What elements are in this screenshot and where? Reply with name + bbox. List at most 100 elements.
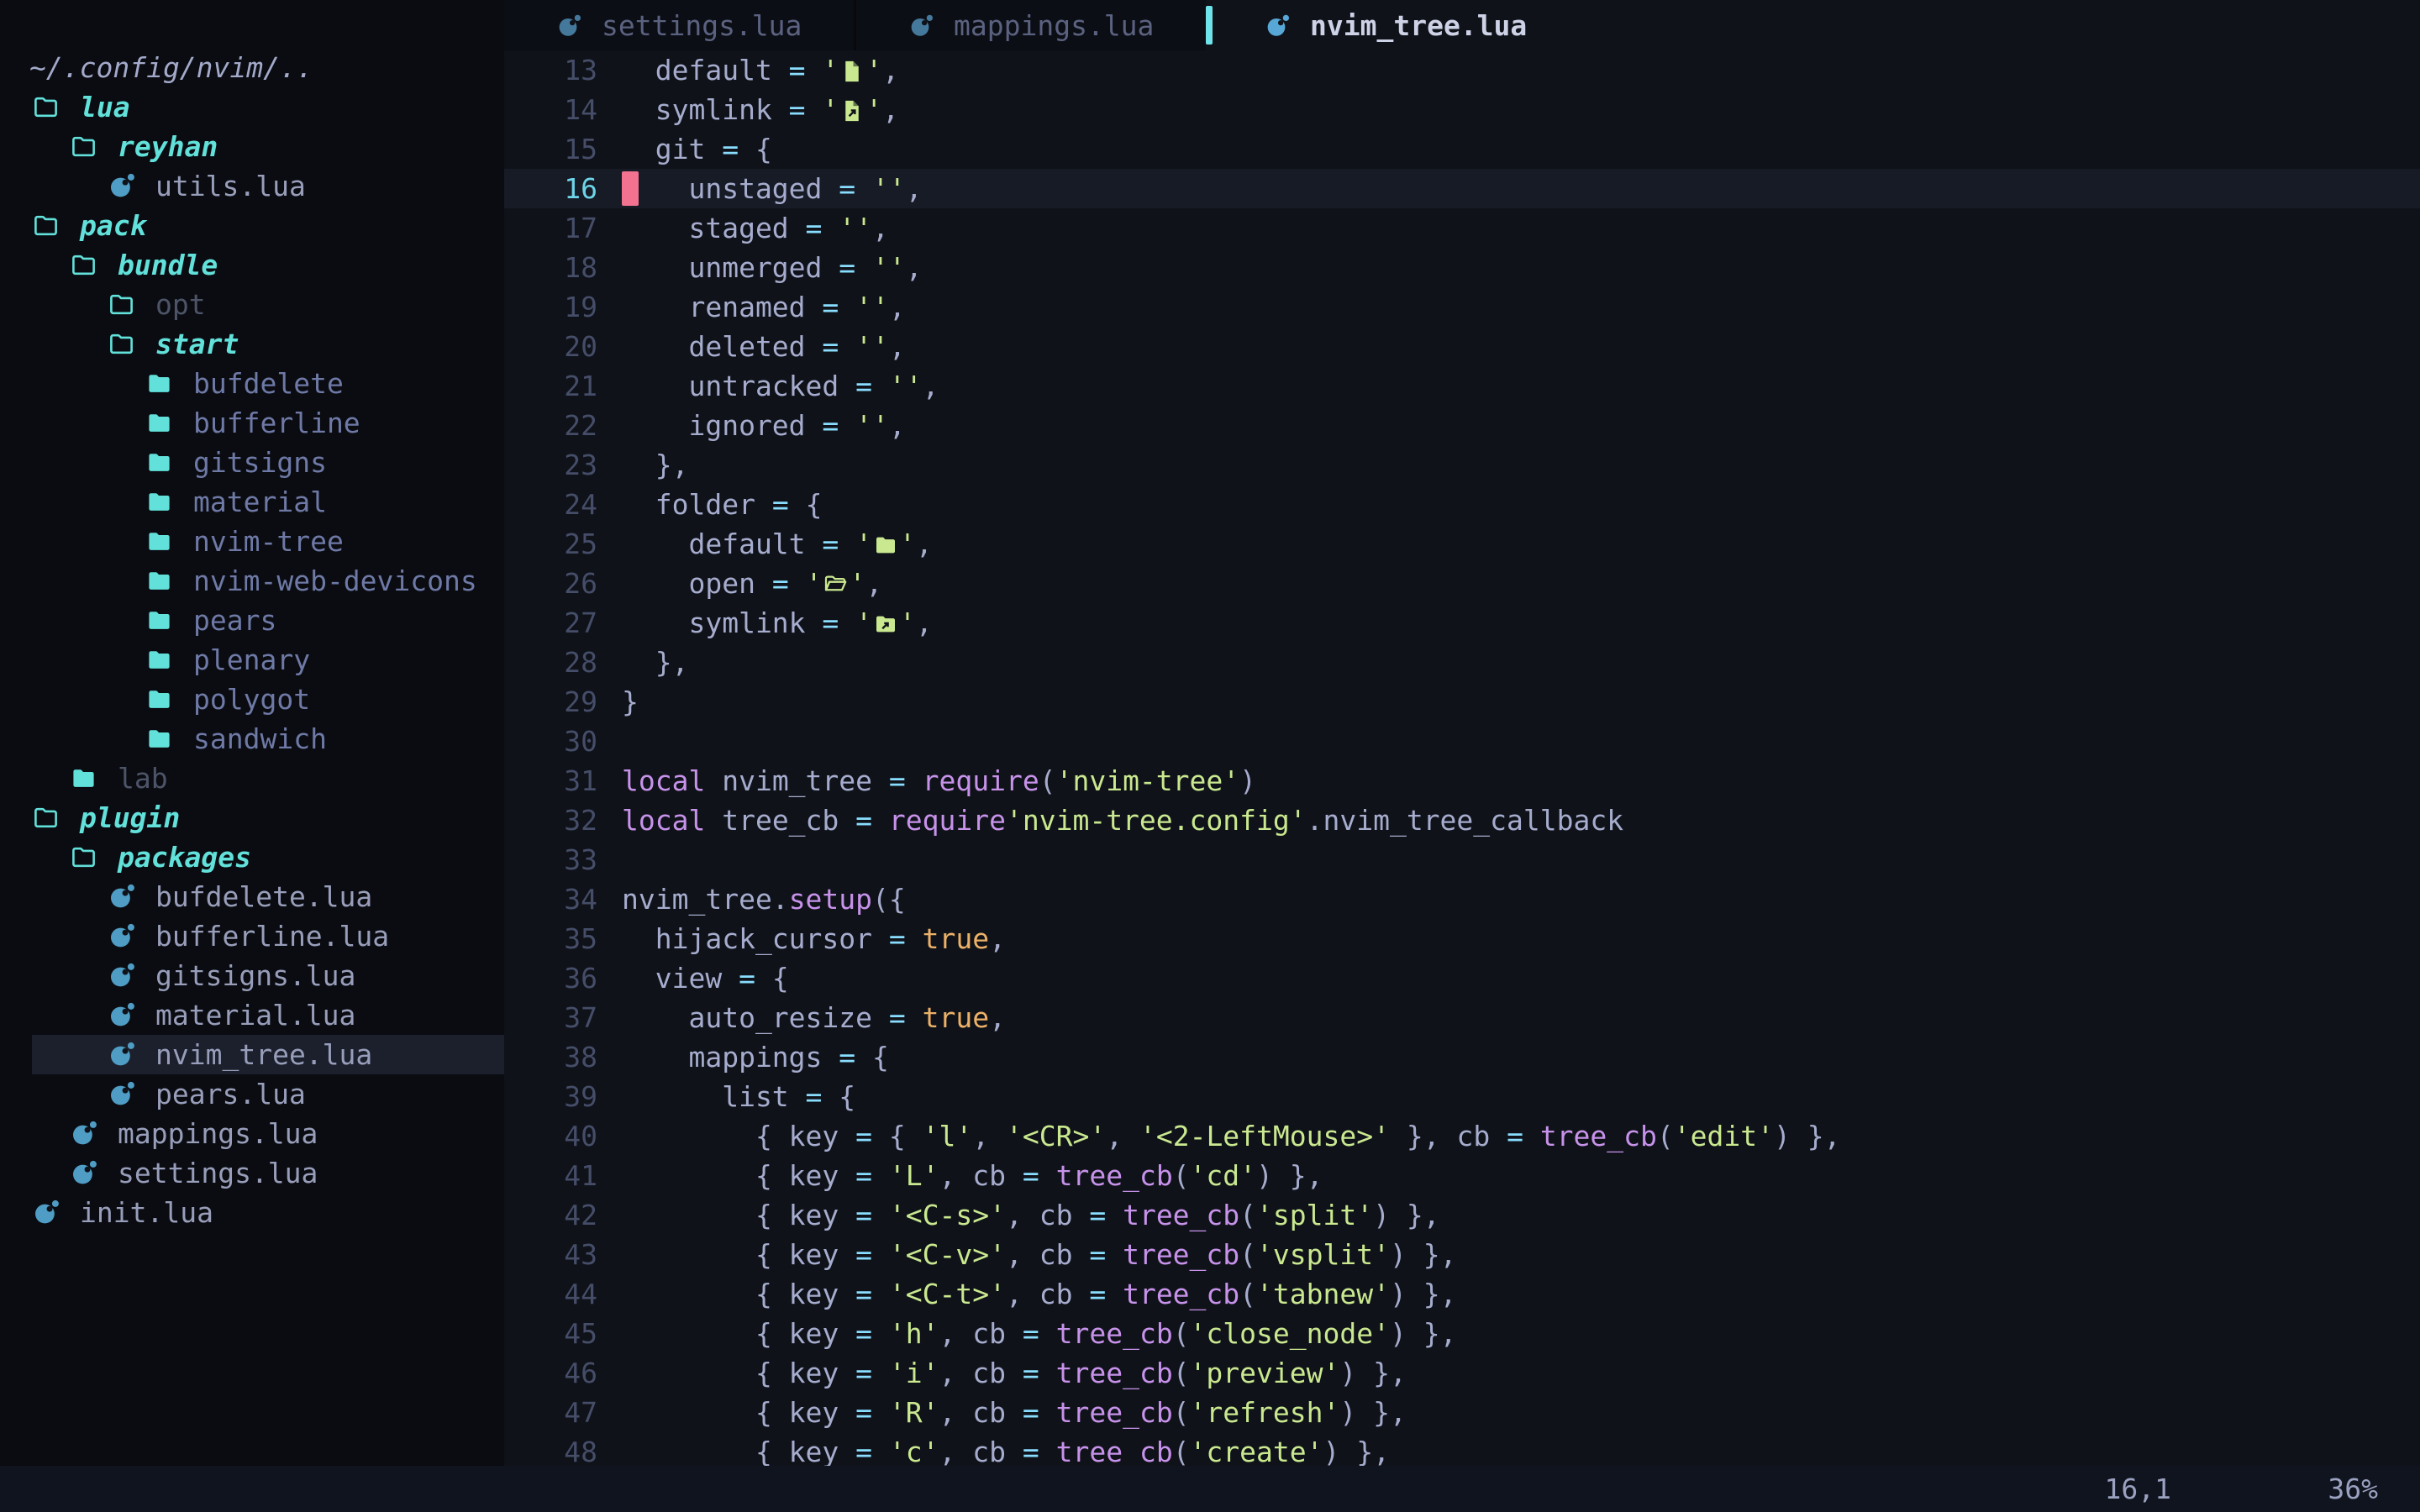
code-line[interactable]: 34nvim_tree.setup({ bbox=[504, 879, 2420, 919]
code-line[interactable]: 23 }, bbox=[504, 445, 2420, 485]
code-line[interactable]: 24 folder = { bbox=[504, 485, 2420, 524]
tree-item-init.lua[interactable]: init.lua bbox=[0, 1193, 504, 1232]
token-str: '' bbox=[872, 251, 906, 284]
tree-item-plenary[interactable]: plenary bbox=[0, 640, 504, 680]
tree-item-label: mappings.lua bbox=[118, 1117, 318, 1150]
code-line[interactable]: 36 view = { bbox=[504, 958, 2420, 998]
tree-item-packages[interactable]: packages bbox=[0, 837, 504, 877]
code-line[interactable]: 40 { key = { 'l', '<CR>', '<2-LeftMouse>… bbox=[504, 1116, 2420, 1156]
code-line[interactable]: 28 }, bbox=[504, 643, 2420, 682]
folder-open-icon bbox=[823, 570, 848, 598]
line-number: 30 bbox=[504, 722, 597, 761]
tree-item-bufferline.lua[interactable]: bufferline.lua bbox=[0, 916, 504, 956]
tree-item-label: lab bbox=[118, 762, 168, 795]
tab-mappings.lua[interactable]: mappings.lua bbox=[856, 0, 1206, 50]
code-line[interactable]: 41 { key = 'L', cb = tree_cb('cd') }, bbox=[504, 1156, 2420, 1195]
lua-icon bbox=[70, 1159, 97, 1187]
tree-item-nvim-web-devicons[interactable]: nvim-web-devicons bbox=[0, 561, 504, 601]
code-line[interactable]: 31local nvim_tree = require('nvim-tree') bbox=[504, 761, 2420, 801]
code-line[interactable]: 14 symlink = '', bbox=[504, 90, 2420, 129]
code-line[interactable]: 15 git = { bbox=[504, 129, 2420, 169]
tree-item-bufdelete[interactable]: bufdelete bbox=[0, 364, 504, 403]
code-line[interactable]: 43 { key = '<C-v>', cb = tree_cb('vsplit… bbox=[504, 1235, 2420, 1274]
code-line[interactable]: 22 ignored = '', bbox=[504, 406, 2420, 445]
code-line[interactable]: 35 hijack_cursor = true, bbox=[504, 919, 2420, 958]
nvim-tree-panel[interactable]: ~/.config/nvim/..luareyhanutils.luapackb… bbox=[0, 0, 504, 1466]
code-line[interactable]: 27 symlink = '', bbox=[504, 603, 2420, 643]
code-text: { key = '<C-s>', cb = tree_cb('split') }… bbox=[622, 1195, 2420, 1235]
code-line[interactable]: 42 { key = '<C-s>', cb = tree_cb('split'… bbox=[504, 1195, 2420, 1235]
tree-item-settings.lua[interactable]: settings.lua bbox=[0, 1153, 504, 1193]
tree-item-reyhan[interactable]: reyhan bbox=[0, 127, 504, 166]
tree-item-lab[interactable]: lab bbox=[0, 759, 504, 798]
code-line[interactable]: 48 { key = 'c', cb = tree_cb('create') }… bbox=[504, 1432, 2420, 1466]
tree-item-mappings.lua[interactable]: mappings.lua bbox=[0, 1114, 504, 1153]
tree-item-utils.lua[interactable]: utils.lua bbox=[0, 166, 504, 206]
code-line[interactable]: 47 { key = 'R', cb = tree_cb('refresh') … bbox=[504, 1393, 2420, 1432]
tree-item-bundle[interactable]: bundle bbox=[0, 245, 504, 285]
code-line[interactable]: 38 mappings = { bbox=[504, 1037, 2420, 1077]
code-line[interactable]: 33 bbox=[504, 840, 2420, 879]
tree-item-material.lua[interactable]: material.lua bbox=[0, 995, 504, 1035]
tab-settings.lua[interactable]: settings.lua bbox=[504, 0, 854, 50]
token-p: list bbox=[622, 1080, 806, 1113]
code-line[interactable]: 16 unstaged = '', bbox=[504, 169, 2420, 208]
file-icon bbox=[839, 56, 865, 85]
token-str: 'tabnew' bbox=[1256, 1278, 1390, 1310]
token-p: default bbox=[622, 54, 772, 87]
token-op: = bbox=[839, 370, 889, 402]
token-p: ( bbox=[1239, 1238, 1256, 1271]
line-number: 41 bbox=[504, 1156, 597, 1195]
tab-nvim_tree.lua[interactable]: nvim_tree.lua bbox=[1213, 0, 1602, 50]
tree-item-nvim-tree[interactable]: nvim-tree bbox=[0, 522, 504, 561]
token-p: , bbox=[989, 1001, 1006, 1034]
tree-item-start[interactable]: start bbox=[0, 324, 504, 364]
buffer[interactable]: 13 default = '',14 symlink = '',15 git =… bbox=[504, 50, 2420, 1466]
tree-item-pears.lua[interactable]: pears.lua bbox=[0, 1074, 504, 1114]
code-line[interactable]: 25 default = '', bbox=[504, 524, 2420, 564]
line-number: 46 bbox=[504, 1353, 597, 1393]
tree-item-nvim_tree.lua[interactable]: nvim_tree.lua bbox=[0, 1035, 504, 1074]
code-line[interactable]: 29} bbox=[504, 682, 2420, 722]
code-line[interactable]: 44 { key = '<C-t>', cb = tree_cb('tabnew… bbox=[504, 1274, 2420, 1314]
tree-item-pears[interactable]: pears bbox=[0, 601, 504, 640]
code-line[interactable]: 46 { key = 'i', cb = tree_cb('preview') … bbox=[504, 1353, 2420, 1393]
tree-item-bufdelete.lua[interactable]: bufdelete.lua bbox=[0, 877, 504, 916]
tree-item-bufferline[interactable]: bufferline bbox=[0, 403, 504, 443]
token-str: '' bbox=[855, 291, 889, 323]
token-str: '<C-t>' bbox=[889, 1278, 1006, 1310]
tree-item-polygot[interactable]: polygot bbox=[0, 680, 504, 719]
token-p: { bbox=[855, 1041, 889, 1074]
token-fn: tree_cb bbox=[1056, 1436, 1173, 1466]
code-text: { key = '<C-v>', cb = tree_cb('vsplit') … bbox=[622, 1235, 2420, 1274]
tree-item-opt[interactable]: opt bbox=[0, 285, 504, 324]
lua-icon bbox=[108, 172, 135, 200]
tree-item-material[interactable]: material bbox=[0, 482, 504, 522]
token-bool: true bbox=[923, 1001, 989, 1034]
tree-item-gitsigns[interactable]: gitsigns bbox=[0, 443, 504, 482]
token-op: = bbox=[855, 1238, 872, 1271]
code-line[interactable]: 39 list = { bbox=[504, 1077, 2420, 1116]
code-line[interactable]: 13 default = '', bbox=[504, 50, 2420, 90]
code-line[interactable]: 32local tree_cb = require'nvim-tree.conf… bbox=[504, 801, 2420, 840]
tree-item-gitsigns.lua[interactable]: gitsigns.lua bbox=[0, 956, 504, 995]
code-line[interactable]: 21 untracked = '', bbox=[504, 366, 2420, 406]
token-str: 'nvim-tree' bbox=[1056, 764, 1240, 797]
code-line[interactable]: 17 staged = '', bbox=[504, 208, 2420, 248]
tree-item-pack[interactable]: pack bbox=[0, 206, 504, 245]
code-line[interactable]: 26 open = '', bbox=[504, 564, 2420, 603]
code-line[interactable]: 37 auto_resize = true, bbox=[504, 998, 2420, 1037]
tree-item-sandwich[interactable]: sandwich bbox=[0, 719, 504, 759]
line-number: 24 bbox=[504, 485, 597, 524]
code-line[interactable]: 45 { key = 'h', cb = tree_cb('close_node… bbox=[504, 1314, 2420, 1353]
tree-item-plugin[interactable]: plugin bbox=[0, 798, 504, 837]
tree-item-lua[interactable]: lua bbox=[0, 87, 504, 127]
tree-root-path[interactable]: ~/.config/nvim/.. bbox=[0, 48, 504, 87]
code-line[interactable]: 19 renamed = '', bbox=[504, 287, 2420, 327]
lua-icon bbox=[70, 1120, 97, 1147]
tree-item-label: pack bbox=[80, 209, 146, 242]
code-line[interactable]: 30 bbox=[504, 722, 2420, 761]
code-line[interactable]: 18 unmerged = '', bbox=[504, 248, 2420, 287]
token-p: { key bbox=[622, 1159, 855, 1192]
code-line[interactable]: 20 deleted = '', bbox=[504, 327, 2420, 366]
